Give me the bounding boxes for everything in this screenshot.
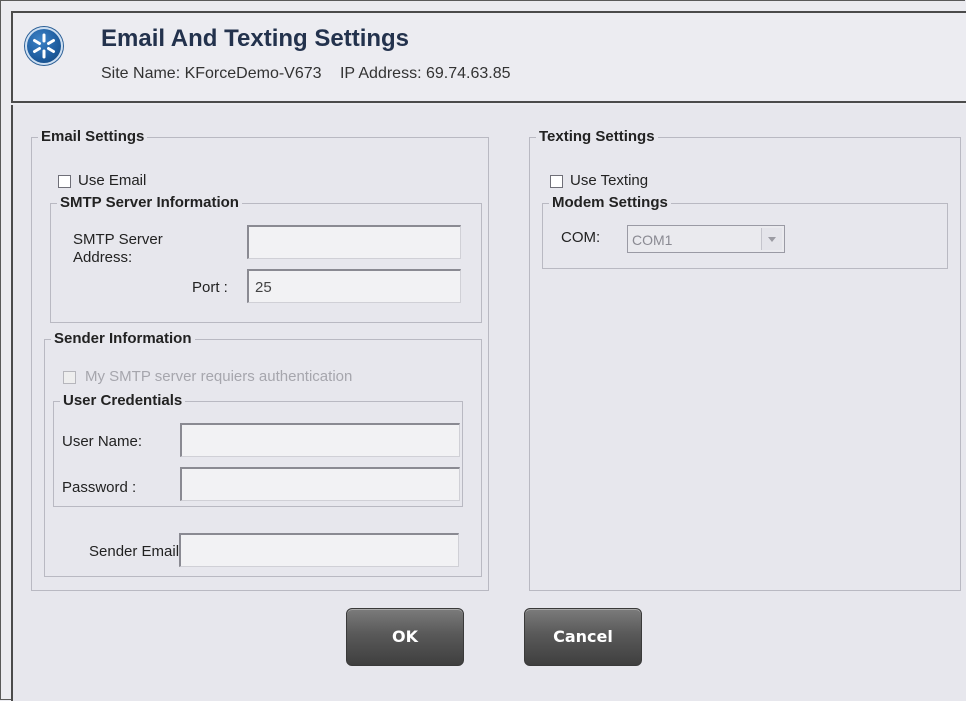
dialog-title: Email And Texting Settings xyxy=(101,25,410,52)
sender-info-group: Sender Information My SMTP server requie… xyxy=(44,331,482,577)
site-name: Site Name: KForceDemo-V673 xyxy=(101,65,322,82)
modem-settings-group: Modem Settings COM: COM1 xyxy=(542,195,948,269)
password-input[interactable] xyxy=(180,467,460,501)
use-texting-label[interactable]: Use Texting xyxy=(570,172,648,189)
site-info: Site Name: KForceDemo-V673 IP Address: 6… xyxy=(101,65,510,83)
smtp-address-input[interactable] xyxy=(247,225,461,259)
username-label: User Name: xyxy=(62,433,143,450)
auth-label[interactable]: My SMTP server requiers authentication xyxy=(85,368,352,385)
smtp-server-legend: SMTP Server Information xyxy=(60,194,239,211)
auth-checkbox[interactable] xyxy=(63,371,76,384)
smtp-address-label-2: Address: xyxy=(73,249,133,266)
port-input[interactable]: 25 xyxy=(247,269,461,303)
email-settings-legend: Email Settings xyxy=(41,128,145,145)
use-texting-checkbox[interactable] xyxy=(550,175,563,188)
com-port-select[interactable]: COM1 xyxy=(627,225,785,253)
sender-email-input[interactable] xyxy=(179,533,459,567)
smtp-address-label-1: SMTP Server xyxy=(73,231,163,248)
username-input[interactable] xyxy=(180,423,460,457)
use-email-label[interactable]: Use Email xyxy=(78,172,146,189)
use-email-checkbox[interactable] xyxy=(58,175,71,188)
modem-settings-legend: Modem Settings xyxy=(552,194,668,211)
com-port-value: COM1 xyxy=(632,232,673,248)
cancel-button[interactable]: Cancel xyxy=(524,608,642,666)
user-credentials-legend: User Credentials xyxy=(63,392,183,409)
email-settings-group: Email Settings Use Email SMTP Server Inf… xyxy=(31,129,489,591)
smtp-server-group: SMTP Server Information SMTP Server Addr… xyxy=(50,195,482,323)
sender-email-label: Sender Email: xyxy=(89,543,184,560)
dialog-header: Email And Texting Settings Site Name: KF… xyxy=(11,11,966,103)
dialog-body: Email Settings Use Email SMTP Server Inf… xyxy=(11,105,966,701)
chevron-down-icon[interactable] xyxy=(761,228,782,250)
port-label: Port : xyxy=(192,279,228,296)
dialog-window: Email And Texting Settings Site Name: KF… xyxy=(0,0,966,701)
asterisk-logo-icon xyxy=(25,27,63,65)
ip-address: IP Address: 69.74.63.85 xyxy=(339,65,511,82)
sender-info-legend: Sender Information xyxy=(54,330,192,347)
password-label: Password : xyxy=(62,479,137,496)
user-credentials-group: User Credentials User Name: Password : xyxy=(53,393,463,507)
texting-settings-legend: Texting Settings xyxy=(539,128,655,145)
texting-settings-group: Texting Settings Use Texting Modem Setti… xyxy=(529,129,961,591)
ok-button[interactable]: OK xyxy=(346,608,464,666)
com-label: COM: xyxy=(561,229,601,246)
